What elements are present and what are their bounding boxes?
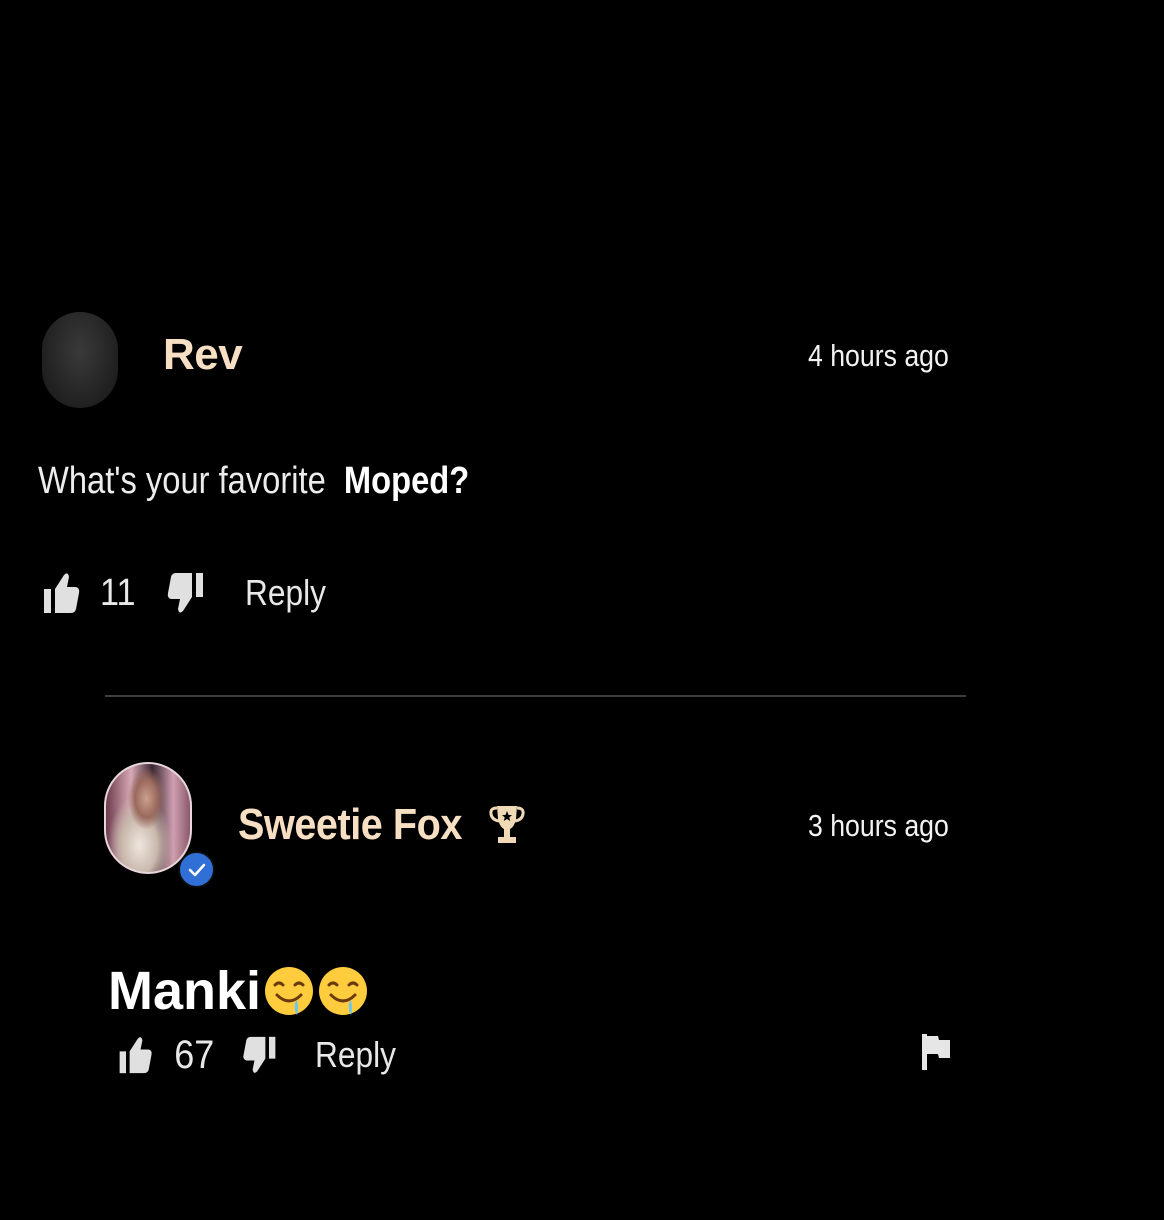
comment-timestamp: 4 hours ago: [808, 338, 949, 373]
comment-text-bold: Moped?: [343, 460, 470, 502]
like-count: 11: [99, 571, 136, 614]
verified-badge-icon: [178, 851, 215, 888]
like-count: 67: [174, 1032, 215, 1077]
thumbs-down-icon[interactable]: [167, 571, 204, 615]
drooling-face-emoji: [317, 965, 369, 1017]
comment-username[interactable]: Sweetie Fox: [238, 800, 462, 850]
trophy-icon: [489, 803, 525, 845]
comment-text: Manki: [108, 960, 369, 1022]
thumbs-down-icon[interactable]: [241, 1035, 277, 1075]
avatar[interactable]: [42, 312, 118, 408]
thumbs-up-icon[interactable]: [44, 571, 80, 615]
comment-timestamp: 3 hours ago: [808, 808, 949, 843]
comment-text: What's your favorite Moped?: [38, 460, 469, 503]
avatar[interactable]: [104, 762, 192, 874]
reply-button[interactable]: Reply: [245, 572, 326, 614]
thumbs-up-icon[interactable]: [118, 1035, 154, 1075]
comment-username[interactable]: Rev: [163, 330, 243, 380]
flag-icon[interactable]: [920, 1032, 952, 1072]
divider: [105, 695, 966, 697]
reply-button[interactable]: Reply: [315, 1034, 396, 1076]
comment-text-body: Manki: [108, 961, 262, 1021]
comment-actions: 11 Reply: [44, 568, 338, 618]
drooling-face-emoji: [263, 965, 315, 1017]
comment-text-prefix: What's your favorite: [38, 460, 326, 502]
comment-actions: 67 Reply: [118, 1030, 407, 1080]
